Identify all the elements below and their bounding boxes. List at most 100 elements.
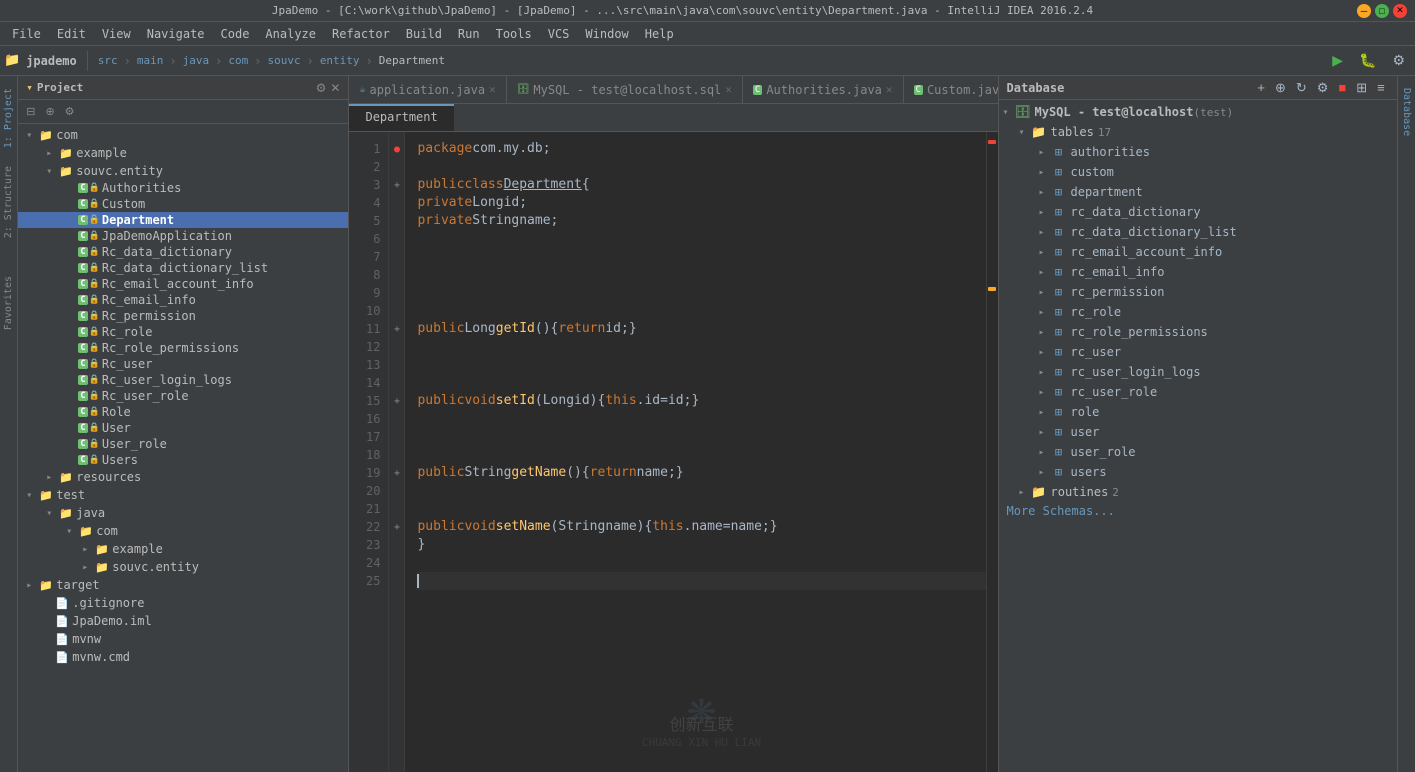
tab-close-authorities[interactable]: ✕ [886, 83, 893, 96]
tree-item-test-com[interactable]: ▾ 📁 com [18, 522, 348, 540]
tree-item-souvc[interactable]: ▾ 📁 souvc.entity [18, 162, 348, 180]
left-icon-project[interactable]: 1: Project [1, 80, 16, 156]
menu-tools[interactable]: Tools [488, 25, 540, 43]
tree-item-authorities[interactable]: C🔒 Authorities [18, 180, 348, 196]
menu-build[interactable]: Build [398, 25, 450, 43]
settings-btn[interactable]: ⚙ [61, 104, 79, 119]
tree-item-jpademo[interactable]: C🔒 JpaDemoApplication [18, 228, 348, 244]
menu-edit[interactable]: Edit [49, 25, 94, 43]
tree-item-department[interactable]: C🔒 Department [18, 212, 348, 228]
left-icon-structure[interactable]: 2: Structure [1, 158, 16, 246]
breadcrumb-entity[interactable]: entity [320, 54, 360, 67]
db-routines-group[interactable]: ▸ 📁 routines 2 [999, 482, 1397, 502]
db-table-user-role[interactable]: ▸ ⊞ user_role [999, 442, 1397, 462]
db-table-user[interactable]: ▸ ⊞ user [999, 422, 1397, 442]
tree-item-rc-ull[interactable]: C🔒 Rc_user_login_logs [18, 372, 348, 388]
db-grid-btn[interactable]: ⊞ [1352, 78, 1371, 98]
db-list-btn[interactable]: ≡ [1373, 78, 1389, 98]
menu-view[interactable]: View [94, 25, 139, 43]
tree-item-rc-ei[interactable]: C🔒 Rc_email_info [18, 292, 348, 308]
breadcrumb-souvc[interactable]: souvc [267, 54, 300, 67]
close-button[interactable]: ✕ [1393, 4, 1407, 18]
menu-analyze[interactable]: Analyze [257, 25, 324, 43]
toolbar-settings-btn[interactable]: ⚙ [1386, 50, 1411, 71]
tree-item-gitignore[interactable]: 📄 .gitignore [18, 594, 348, 612]
maximize-button[interactable]: □ [1375, 4, 1389, 18]
menu-navigate[interactable]: Navigate [139, 25, 213, 43]
left-icon-favorites[interactable]: Favorites [1, 268, 16, 338]
db-table-rc-u[interactable]: ▸ ⊞ rc_user [999, 342, 1397, 362]
db-stop-btn[interactable]: ■ [1334, 78, 1350, 98]
menu-run[interactable]: Run [450, 25, 488, 43]
tree-item-user-role[interactable]: C🔒 User_role [18, 436, 348, 452]
breadcrumb-main[interactable]: main [137, 54, 164, 67]
db-add-btn[interactable]: + [1253, 78, 1269, 98]
tree-item-test[interactable]: ▾ 📁 test [18, 486, 348, 504]
tree-item-rc-eai[interactable]: C🔒 Rc_email_account_info [18, 276, 348, 292]
tree-item-test-souvc[interactable]: ▸ 📁 souvc.entity [18, 558, 348, 576]
toolbar-debug-btn[interactable]: 🐛 [1353, 50, 1382, 71]
menu-file[interactable]: File [4, 25, 49, 43]
db-table-rc-r[interactable]: ▸ ⊞ rc_role [999, 302, 1397, 322]
menu-help[interactable]: Help [637, 25, 682, 43]
db-table-custom[interactable]: ▸ ⊞ custom [999, 162, 1397, 182]
breadcrumb-src[interactable]: src [98, 54, 118, 67]
toolbar-run-btn[interactable]: ▶ [1326, 50, 1349, 71]
tree-item-test-java[interactable]: ▾ 📁 java [18, 504, 348, 522]
tree-item-rc-rp[interactable]: C🔒 Rc_role_permissions [18, 340, 348, 356]
tree-item-rc-dd[interactable]: C🔒 Rc_data_dictionary [18, 244, 348, 260]
db-copy-btn[interactable]: ⊕ [1271, 78, 1290, 98]
db-more-schemas[interactable]: More Schemas... [999, 502, 1397, 520]
collapse-all-btn[interactable]: ⊟ [22, 104, 39, 119]
db-schema[interactable]: ▾ 🗄 MySQL - test@localhost (test) [999, 102, 1397, 122]
tree-item-user[interactable]: C🔒 User [18, 420, 348, 436]
minimize-button[interactable]: ─ [1357, 4, 1371, 18]
db-tables-group[interactable]: ▾ 📁 tables 17 [999, 122, 1397, 142]
tree-item-mvnwcmd[interactable]: 📄 mvnw.cmd [18, 648, 348, 666]
tree-item-users[interactable]: C🔒 Users [18, 452, 348, 468]
tree-item-mvnw[interactable]: 📄 mvnw [18, 630, 348, 648]
db-table-users[interactable]: ▸ ⊞ users [999, 462, 1397, 482]
db-table-authorities[interactable]: ▸ ⊞ authorities [999, 142, 1397, 162]
tree-item-com[interactable]: ▾ 📁 com [18, 126, 348, 144]
db-table-rc-dd[interactable]: ▸ ⊞ rc_data_dictionary [999, 202, 1397, 222]
tab-mysql[interactable]: 🗄 MySQL - test@localhost.sql ✕ [507, 76, 743, 103]
db-table-rc-ei[interactable]: ▸ ⊞ rc_email_info [999, 262, 1397, 282]
project-close-btn[interactable]: ✕ [330, 81, 340, 95]
db-table-rc-ddl[interactable]: ▸ ⊞ rc_data_dictionary_list [999, 222, 1397, 242]
code-editor[interactable]: 1 2 3 4 5 6 7 8 9 10 11 12 13 14 15 16 1 [349, 132, 997, 772]
menu-window[interactable]: Window [577, 25, 636, 43]
breadcrumb-java[interactable]: java [183, 54, 210, 67]
tree-item-target[interactable]: ▸ 📁 target [18, 576, 348, 594]
locate-btn[interactable]: ⊕ [41, 104, 58, 119]
db-table-rc-p[interactable]: ▸ ⊞ rc_permission [999, 282, 1397, 302]
db-table-role[interactable]: ▸ ⊞ role [999, 402, 1397, 422]
tree-item-rc-ur[interactable]: C🔒 Rc_user_role [18, 388, 348, 404]
db-table-rc-rp[interactable]: ▸ ⊞ rc_role_permissions [999, 322, 1397, 342]
tree-item-test-example[interactable]: ▸ 📁 example [18, 540, 348, 558]
tree-item-custom[interactable]: C🔒 Custom [18, 196, 348, 212]
project-settings-btn[interactable]: ⚙ [316, 81, 327, 95]
tree-item-resources[interactable]: ▸ 📁 resources [18, 468, 348, 486]
tree-item-example[interactable]: ▸ 📁 example [18, 144, 348, 162]
breadcrumb-department[interactable]: Department [379, 54, 445, 67]
tree-item-iml[interactable]: 📄 JpaDemo.iml [18, 612, 348, 630]
db-settings-btn[interactable]: ⚙ [1313, 78, 1333, 98]
db-table-rc-ull[interactable]: ▸ ⊞ rc_user_login_logs [999, 362, 1397, 382]
menu-refactor[interactable]: Refactor [324, 25, 398, 43]
tree-item-rc-p[interactable]: C🔒 Rc_permission [18, 308, 348, 324]
tree-item-role[interactable]: C🔒 Role [18, 404, 348, 420]
code-content[interactable]: package com.my.db; public class Departme… [405, 132, 997, 772]
db-table-rc-eai[interactable]: ▸ ⊞ rc_email_account_info [999, 242, 1397, 262]
tab-application[interactable]: ☕ application.java ✕ [349, 76, 506, 103]
right-icon-database[interactable]: Database [1399, 80, 1414, 144]
db-table-department[interactable]: ▸ ⊞ department [999, 182, 1397, 202]
breadcrumb-com[interactable]: com [228, 54, 248, 67]
menu-code[interactable]: Code [213, 25, 258, 43]
menu-vcs[interactable]: VCS [540, 25, 578, 43]
db-refresh-btn[interactable]: ↻ [1292, 78, 1311, 98]
db-table-rc-ur[interactable]: ▸ ⊞ rc_user_role [999, 382, 1397, 402]
tree-item-rc-ddl[interactable]: C🔒 Rc_data_dictionary_list [18, 260, 348, 276]
tab-authorities[interactable]: C Authorities.java ✕ [743, 76, 904, 103]
tab-close-mysql[interactable]: ✕ [725, 83, 732, 96]
